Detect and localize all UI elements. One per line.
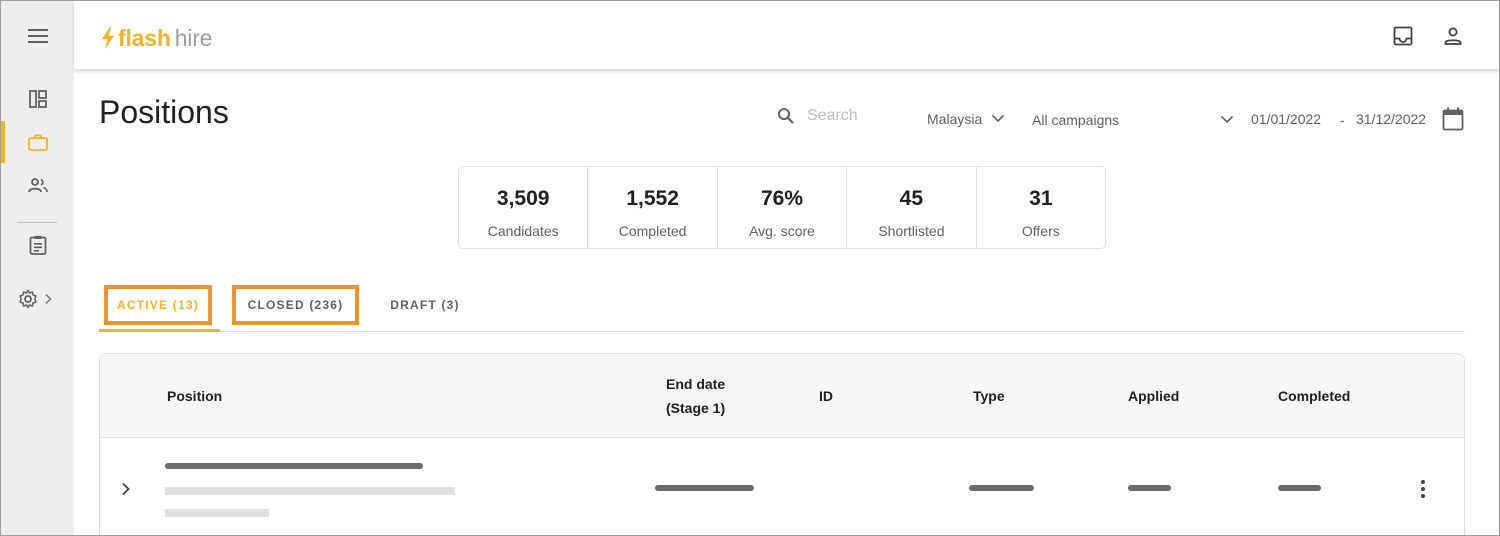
date-separator: - [1340,112,1345,128]
inbox-button[interactable] [1390,23,1416,49]
lightning-bolt-icon [102,27,114,49]
positions-table: Position End date (Stage 1) ID Type Appl… [99,353,1465,535]
chevron-down-icon[interactable] [991,114,1005,123]
chevron-right-icon [44,293,52,305]
stat-offers: 31 Offers [977,167,1105,248]
country-select[interactable]: Malaysia [927,111,982,127]
sidebar-item-dashboard[interactable] [1,79,74,119]
inbox-icon [1393,26,1413,46]
end-date-label-line2: (Stage 1) [666,400,726,416]
stats-summary: 3,509 Candidates 1,552 Completed 76% Avg… [458,166,1106,249]
table-row[interactable] [100,439,1464,535]
calendar-icon[interactable] [1442,107,1464,131]
redacted-position-title [165,463,423,469]
logo-flash-text: flash [118,24,171,51]
stat-candidates: 3,509 Candidates [459,167,589,248]
stat-value: 1,552 [626,187,679,210]
campaign-value: All campaigns [1032,112,1120,128]
tab-closed[interactable]: CLOSED (236) [232,285,359,325]
account-button[interactable] [1440,23,1466,49]
table-header: Position End date (Stage 1) ID Type Appl… [100,354,1464,438]
column-header-position[interactable]: Position [167,384,222,408]
dashboard-icon [28,90,47,108]
sidebar-item-positions[interactable] [1,122,74,162]
search-icon [778,108,794,124]
clipboard-icon [29,235,46,255]
column-header-applied[interactable]: Applied [1128,384,1179,408]
sidebar-item-settings[interactable] [1,279,74,319]
more-vert-icon[interactable] [1420,479,1426,499]
column-header-end-date[interactable]: End date (Stage 1) [666,372,725,420]
column-header-completed[interactable]: Completed [1278,384,1350,408]
people-icon [27,178,48,193]
date-to-field[interactable]: 31/12/2022 [1356,111,1426,127]
menu-icon [27,29,48,43]
logo-hire-text: hire [174,24,213,51]
stat-completed: 1,552 Completed [588,167,718,248]
active-tab-indicator [99,329,220,332]
stat-value: 45 [899,187,924,210]
tab-draft[interactable]: DRAFT (3) [377,285,473,325]
search-input[interactable]: Search [807,107,858,125]
redacted-type [969,485,1034,491]
stat-label: Candidates [487,223,559,239]
date-to-value: 31/12/2022 [1356,111,1427,127]
app-window: flash hire Positions Search Malaysia All… [0,0,1500,536]
redacted-position-subtitle [165,487,455,495]
stat-avg-score: 76% Avg. score [718,167,848,248]
chevron-down-icon[interactable] [1220,115,1234,124]
stat-value: 31 [1029,187,1053,210]
tab-active[interactable]: ACTIVE (13) [104,285,212,325]
country-value: Malaysia [927,111,983,127]
flashhire-logo[interactable]: flash hire [100,23,212,53]
redacted-end-date [655,485,754,491]
page-title: Positions [99,94,229,130]
end-date-label-line1: End date [666,376,726,392]
stat-label: Shortlisted [878,223,945,239]
sidebar [1,1,74,535]
column-header-id[interactable]: ID [819,384,833,408]
date-from-value: 01/01/2022 [1251,111,1322,127]
menu-button[interactable] [1,16,74,56]
redacted-applied [1128,485,1171,491]
stat-label: Avg. score [749,223,815,239]
tabs-divider [99,331,1465,332]
briefcase-icon [27,134,48,151]
sidebar-item-candidates[interactable] [1,165,74,205]
search-box[interactable]: Search [777,107,858,125]
sidebar-divider [17,222,57,223]
gear-icon [18,289,37,309]
sidebar-item-reports[interactable] [1,225,74,265]
column-header-type[interactable]: Type [973,384,1005,408]
stat-value: 3,509 [496,187,550,210]
stat-label: Completed [618,223,687,239]
account-icon [1444,27,1462,45]
stat-value: 76% [761,187,804,210]
redacted-completed [1278,485,1321,491]
stat-label: Offers [1021,223,1060,239]
campaign-select[interactable]: All campaigns [1032,112,1119,128]
redacted-position-detail [165,509,269,517]
date-from-field[interactable]: 01/01/2022 [1251,111,1321,127]
stat-shortlisted: 45 Shortlisted [847,167,977,248]
chevron-right-icon[interactable] [121,482,131,496]
top-bar: flash hire [74,1,1499,70]
